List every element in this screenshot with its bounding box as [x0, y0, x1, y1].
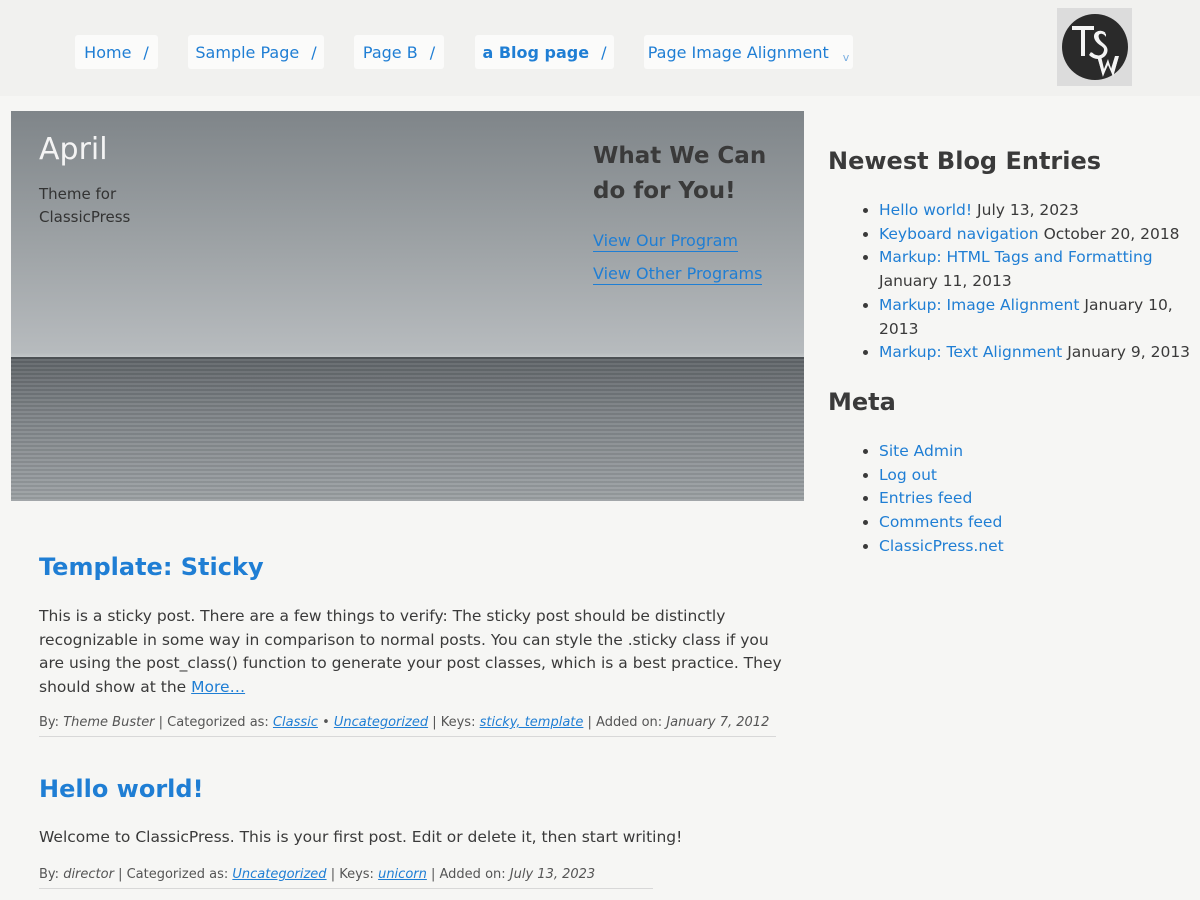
meta-by-label: By: [39, 715, 60, 730]
post-excerpt-text: This is a sticky post. There are a few t… [39, 607, 782, 696]
newest-entries-heading: Newest Blog Entries [828, 147, 1102, 175]
tag-links[interactable]: unicorn [378, 867, 427, 882]
meta-list: Site Admin Log out Entries feed Comments… [858, 440, 1200, 559]
post-author: director [63, 867, 114, 882]
meta-category-label: | Categorized as: [158, 715, 269, 730]
entry-link[interactable]: Markup: Text Alignment [879, 343, 1062, 361]
hero-horizon [11, 357, 804, 359]
tsw-logo-icon [1061, 14, 1128, 80]
site-tagline: Theme for ClassicPress [39, 185, 131, 226]
entries-feed-link[interactable]: Entries feed [879, 489, 972, 507]
post-excerpt: This is a sticky post. There are a few t… [39, 605, 784, 699]
post-excerpt-text: Welcome to ClassicPress. This is your fi… [39, 828, 683, 846]
nav-item-label: Sample Page [195, 42, 300, 62]
hero-sea-image [11, 357, 804, 501]
newest-entries-list: Hello world! July 13, 2023 Keyboard navi… [858, 199, 1200, 365]
meta-added-label: | Added on: [587, 715, 663, 730]
nav-item-page-image-alignment[interactable]: Page Image Alignment v [644, 35, 853, 69]
meta-heading: Meta [828, 388, 896, 416]
entry-date: January 11, 2013 [879, 272, 1012, 291]
entry-date: October 20, 2018 [1043, 224, 1180, 243]
meta-keys-label: | Keys: [330, 867, 374, 882]
list-item: Comments feed [879, 511, 1200, 535]
top-navigation: Home / Sample Page / Page B / a Blog pag… [0, 0, 1200, 96]
comments-feed-link[interactable]: Comments feed [879, 513, 1002, 531]
category-link[interactable]: Classic [273, 715, 318, 730]
nav-item-label: Home [84, 42, 132, 62]
entry-date: July 13, 2023 [977, 201, 1079, 219]
meta-by-label: By: [39, 867, 60, 882]
entry-link[interactable]: Hello world! [879, 201, 972, 219]
nav-separator: / [311, 42, 317, 62]
list-item: ClassicPress.net [879, 535, 1200, 559]
nav-item-blog-page[interactable]: a Blog page / [475, 35, 614, 69]
list-item: Keyboard navigation October 20, 2018 [879, 223, 1200, 247]
chevron-down-icon[interactable]: v [843, 51, 850, 64]
post-title[interactable]: Hello world! [39, 775, 204, 803]
entry-link[interactable]: Markup: HTML Tags and Formatting [879, 248, 1153, 266]
post-author: Theme Buster [63, 715, 155, 730]
site-title[interactable]: April [39, 132, 108, 167]
post-date: January 7, 2012 [666, 715, 770, 730]
entry-link[interactable]: Markup: Image Alignment [879, 296, 1079, 314]
list-item: Markup: HTML Tags and Formatting January… [879, 246, 1200, 293]
list-item: Log out [879, 464, 1200, 488]
post-date: July 13, 2023 [509, 867, 596, 882]
nav-separator: / [601, 42, 607, 62]
nav-separator: / [143, 42, 149, 62]
more-link[interactable]: More… [191, 678, 245, 696]
category-link[interactable]: Uncategorized [232, 867, 326, 882]
nav-item-label: Page B [362, 42, 418, 62]
nav-item-label: a Blog page [482, 42, 590, 62]
hero-banner: April Theme for ClassicPress What We Can… [11, 111, 804, 501]
category-link[interactable]: Uncategorized [334, 715, 428, 730]
list-item: Entries feed [879, 487, 1200, 511]
post-title[interactable]: Template: Sticky [39, 553, 264, 581]
site-admin-link[interactable]: Site Admin [879, 442, 963, 460]
classicpress-link[interactable]: ClassicPress.net [879, 537, 1004, 555]
meta-category-label: | Categorized as: [118, 867, 229, 882]
hero-heading: What We Can do for You! [593, 143, 767, 204]
list-item: Hello world! July 13, 2023 [879, 199, 1200, 223]
category-separator: • [322, 715, 330, 730]
nav-separator: / [429, 42, 436, 62]
list-item: Markup: Image Alignment January 10, 2013 [879, 294, 1200, 341]
nav-item-home[interactable]: Home / [75, 35, 158, 69]
meta-added-label: | Added on: [431, 867, 506, 882]
entry-date: January 9, 2013 [1067, 343, 1191, 362]
entry-link[interactable]: Keyboard navigation [879, 225, 1039, 243]
nav-item-page-b[interactable]: Page B / [354, 35, 444, 69]
list-item: Site Admin [879, 440, 1200, 464]
nav-item-sample-page[interactable]: Sample Page / [188, 35, 324, 69]
view-other-programs-link[interactable]: View Other Programs [593, 264, 763, 285]
nav-item-label: Page Image Alignment [647, 42, 829, 62]
post-meta: By: Theme Buster | Categorized as: Class… [39, 715, 776, 737]
list-item: Markup: Text Alignment January 9, 2013 [879, 341, 1200, 365]
tag-links[interactable]: sticky, template [480, 715, 584, 730]
view-our-program-link[interactable]: View Our Program [593, 231, 738, 252]
log-out-link[interactable]: Log out [879, 466, 937, 484]
meta-keys-label: | Keys: [432, 715, 476, 730]
site-logo[interactable] [1057, 8, 1132, 86]
post-excerpt: Welcome to ClassicPress. This is your fi… [39, 826, 784, 850]
post-meta: By: director | Categorized as: Uncategor… [39, 867, 653, 889]
